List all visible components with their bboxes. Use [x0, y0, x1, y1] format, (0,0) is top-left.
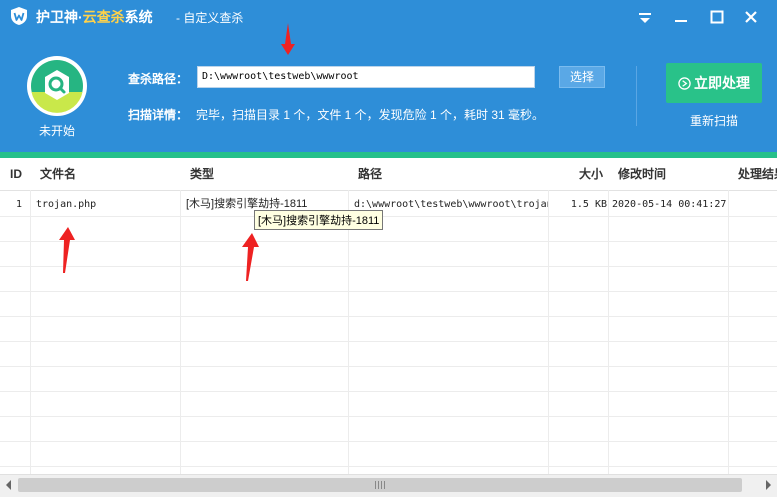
row-divider: [0, 466, 777, 467]
cell-id: 1: [16, 199, 23, 210]
arrow-circle-icon: [678, 76, 691, 90]
cell-size: 1.5 KB: [570, 199, 607, 210]
table-header: ID 文件名 类型 路径 大小 修改时间 处理结果: [0, 158, 777, 191]
column-result[interactable]: 处理结果: [738, 158, 777, 190]
row-divider: [0, 241, 777, 242]
app-title-brand: 护卫神·: [36, 9, 83, 25]
app-subtitle: - 自定义查杀: [176, 11, 244, 25]
column-filename[interactable]: 文件名: [40, 158, 76, 190]
scan-detail-text: 完毕，扫描目录 1 个，文件 1 个，发现危险 1 个，耗时 31 毫秒。: [196, 108, 545, 122]
column-divider: [608, 190, 609, 474]
column-type[interactable]: 类型: [190, 158, 214, 190]
path-label: 查杀路径：: [128, 72, 189, 86]
column-divider: [348, 190, 349, 474]
row-divider: [0, 316, 777, 317]
shield-w-icon: [11, 7, 27, 25]
column-size[interactable]: 大小: [579, 158, 603, 190]
scan-status: 未开始: [38, 124, 75, 138]
header-divider: [636, 66, 637, 126]
column-mtime[interactable]: 修改时间: [618, 158, 666, 190]
table-row[interactable]: 1 trojan.php [木马]搜索引擎劫持-1811 d:\wwwroot\…: [0, 192, 777, 217]
row-divider: [0, 266, 777, 267]
column-divider: [728, 190, 729, 474]
app-title-accent: 云查杀: [82, 9, 125, 25]
column-divider: [548, 190, 549, 474]
process-now-label: 立即处理: [694, 75, 750, 91]
row-divider: [0, 291, 777, 292]
results-table: ID 文件名 类型 路径 大小 修改时间 处理结果 1 trojan.php […: [0, 158, 777, 474]
cell-filename: trojan.php: [36, 199, 97, 210]
horizontal-scrollbar[interactable]: [0, 474, 777, 497]
red-arrow-up-icon: [242, 233, 259, 281]
process-now-button[interactable]: 立即处理: [666, 63, 762, 103]
row-divider: [0, 416, 777, 417]
scrollbar-thumb[interactable]: [18, 478, 742, 492]
row-divider: [0, 366, 777, 367]
scroll-left-icon[interactable]: [6, 480, 11, 490]
scroll-grip-icon: [375, 481, 385, 489]
title-bar: 护卫神·云查杀系统 - 自定义查杀: [0, 0, 777, 32]
app-title-suffix: 系统: [124, 9, 153, 25]
cell-result: [732, 192, 777, 217]
row-divider: [0, 391, 777, 392]
dropdown-menu-icon[interactable]: [636, 8, 654, 26]
maximize-icon[interactable]: [708, 8, 726, 26]
row-divider: [0, 341, 777, 342]
header-panel: 护卫神·云查杀系统 - 自定义查杀 未开始 查杀路径： D:\wwwroot\t…: [0, 0, 777, 152]
column-path[interactable]: 路径: [358, 158, 382, 190]
minimize-icon[interactable]: [672, 8, 690, 26]
column-id[interactable]: ID: [10, 158, 22, 190]
scroll-right-icon[interactable]: [766, 480, 771, 490]
row-divider: [0, 441, 777, 442]
select-path-button[interactable]: 选择: [559, 66, 605, 88]
magnifier-shield-icon: [27, 56, 87, 116]
close-icon[interactable]: [742, 8, 760, 26]
scan-path-field[interactable]: D:\wwwroot\testweb\wwwroot: [197, 66, 535, 88]
cell-mtime: 2020-05-14 00:41:27: [612, 199, 727, 210]
red-arrow-up-icon: [59, 227, 75, 273]
detail-label: 扫描详情：: [128, 108, 189, 122]
column-divider: [30, 190, 31, 474]
column-divider: [180, 190, 181, 474]
app-title: 护卫神·云查杀系统: [36, 7, 153, 27]
type-tooltip: [木马]搜索引擎劫持-1811: [254, 210, 384, 230]
red-arrow-down-icon: [281, 23, 295, 55]
rescan-link[interactable]: 重新扫描: [666, 112, 762, 129]
